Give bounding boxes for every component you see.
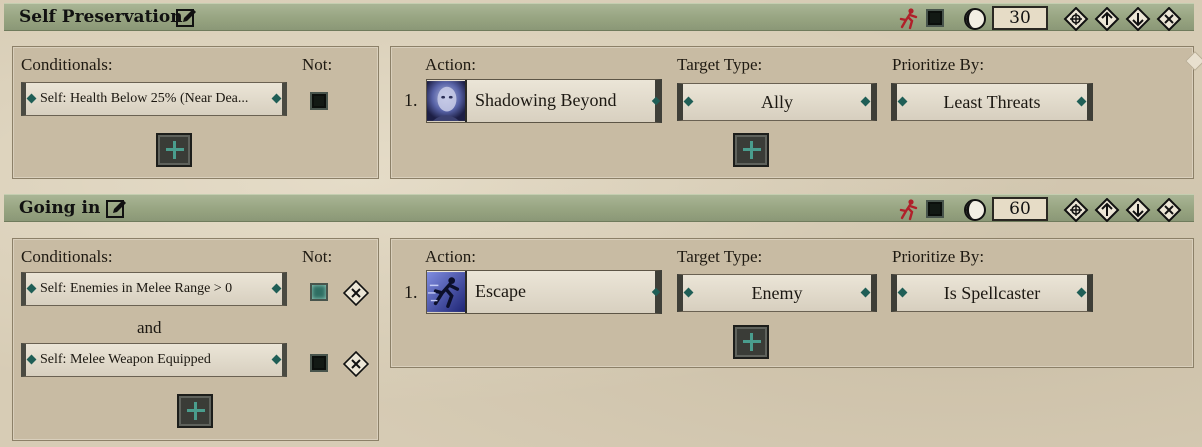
priority-input[interactable]: 30 [992,6,1048,30]
remove-condition-icon[interactable] [343,280,369,306]
prioritize-by-label: Prioritize By: [892,247,985,266]
action-index: 1. [404,282,418,302]
delete-rule-icon[interactable] [1156,198,1182,222]
target-select-icon[interactable] [1063,7,1089,31]
conditionals-label: Conditionals: [21,55,113,74]
action-name: Shadowing Beyond [475,90,617,110]
cooldown-moon-icon [964,8,986,30]
prioritize-by-dropdown[interactable]: Is Spellcaster [891,274,1093,312]
rule-enabled-checkbox[interactable] [926,9,944,27]
and-label: and [137,318,162,337]
target-type-label: Target Type: [677,247,763,266]
prioritize-by-dropdown[interactable]: Least Threats [891,83,1093,121]
delete-rule-icon[interactable] [1156,7,1182,31]
move-down-icon[interactable] [1125,198,1151,222]
not-label: Not: [302,55,333,74]
move-down-icon[interactable] [1125,7,1151,31]
remove-condition-icon[interactable] [343,351,369,377]
action-index: 1. [404,90,418,110]
rule-enabled-checkbox[interactable] [926,200,944,218]
action-name: Escape [475,281,526,301]
rule-header-going-in[interactable]: Going in 60 [4,194,1194,222]
action-label: Action: [425,55,476,74]
move-up-icon[interactable] [1094,198,1120,222]
move-up-icon[interactable] [1094,7,1120,31]
add-condition-button[interactable] [177,394,213,428]
condition-dropdown[interactable]: Self: Health Below 25% (Near Dea... [21,82,287,116]
target-type-dropdown[interactable]: Enemy [677,274,877,312]
action-panel: Action: Target Type: Prioritize By: 1. E… [390,238,1194,368]
edit-icon[interactable] [175,7,197,29]
cooldown-moon-icon [964,199,986,221]
run-toggle-icon[interactable] [897,7,921,31]
edit-icon[interactable] [105,198,127,220]
not-checkbox-checked[interactable] [310,283,328,301]
action-slot[interactable]: Escape [426,270,662,314]
priority-input[interactable]: 60 [992,197,1048,221]
conditionals-panel: Conditionals: Not: Self: Health Below 25… [12,46,379,179]
not-checkbox[interactable] [310,354,328,372]
not-checkbox[interactable] [310,92,328,110]
target-type-dropdown[interactable]: Ally [677,83,877,121]
add-action-button[interactable] [733,133,769,167]
rule-header-self-preservation[interactable]: Self Preservation 30 [4,3,1194,31]
action-label: Action: [425,247,476,266]
target-type-label: Target Type: [677,55,763,74]
target-select-icon[interactable] [1063,198,1089,222]
prioritize-by-label: Prioritize By: [892,55,985,74]
condition-dropdown[interactable]: Self: Enemies in Melee Range > 0 [21,272,287,306]
running-figure-icon [427,271,467,313]
add-condition-button[interactable] [156,133,192,167]
run-toggle-icon[interactable] [897,198,921,222]
add-action-button[interactable] [733,325,769,359]
rule-title: Self Preservation [19,7,183,27]
conditionals-panel: Conditionals: Not: Self: Enemies in Mele… [12,238,379,441]
conditionals-label: Conditionals: [21,247,113,266]
shadow-portrait-icon [427,80,467,122]
not-label: Not: [302,247,333,266]
action-slot[interactable]: Shadowing Beyond [426,79,662,123]
rule-title: Going in [19,198,101,218]
condition-dropdown[interactable]: Self: Melee Weapon Equipped [21,343,287,377]
action-panel: Action: Target Type: Prioritize By: 1. S… [390,46,1194,179]
